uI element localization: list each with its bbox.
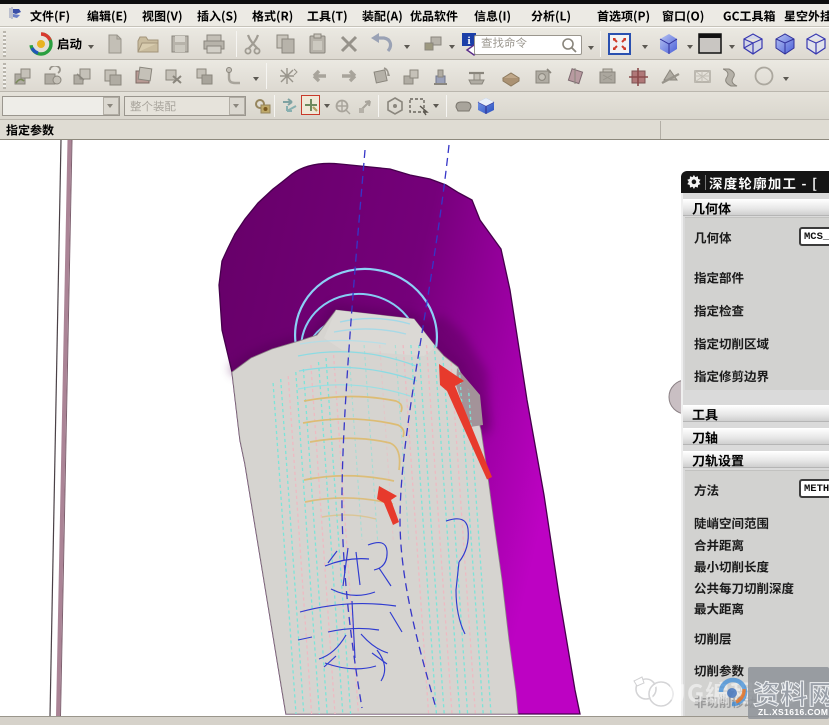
svg-text:i: i	[467, 35, 470, 47]
